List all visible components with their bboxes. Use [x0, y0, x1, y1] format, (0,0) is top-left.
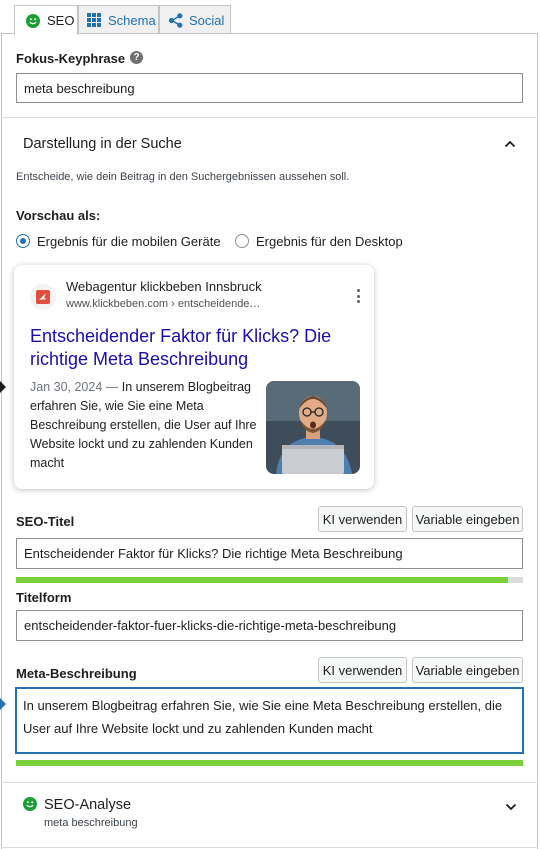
radio-desktop[interactable] [235, 234, 249, 248]
preview-url: www.klickbeben.com › entscheidende… [66, 298, 261, 310]
meta-description-textarea[interactable]: In unserem Blogbeitrag erfahren Sie, wie… [16, 688, 523, 753]
favicon-icon [30, 284, 56, 310]
tab-seo[interactable]: SEO [14, 5, 78, 35]
preview-as-label: Vorschau als: [16, 208, 101, 223]
section-description: Entscheide, wie dein Beitrag in den Such… [16, 171, 350, 183]
caret-icon [0, 698, 6, 710]
grid-icon [86, 12, 102, 28]
editor-tabs: SEO Schema Social [0, 0, 540, 35]
radio-mobile[interactable] [16, 234, 30, 248]
focus-keyphrase-input[interactable]: meta beschreibung [16, 73, 523, 103]
chevron-up-icon[interactable] [503, 137, 519, 151]
slug-label: Titelform [16, 590, 72, 605]
radio-desktop-label[interactable]: Ergebnis für den Desktop [256, 234, 403, 249]
chevron-down-icon[interactable] [504, 800, 518, 814]
tab-social[interactable]: Social [159, 5, 231, 34]
divider [1, 782, 538, 783]
divider [1, 117, 538, 118]
tab-label: Schema [108, 12, 156, 28]
preview-date: Jan 30, 2024 [30, 380, 103, 394]
meta-description-ai-button[interactable]: KI verwenden [318, 657, 407, 683]
progress-fill [16, 577, 508, 583]
radio-mobile-label[interactable]: Ergebnis für die mobilen Geräte [37, 234, 221, 249]
smiley-icon [23, 797, 37, 811]
focus-keyphrase-label: Fokus-Keyphrase [16, 51, 126, 66]
smiley-icon [25, 13, 41, 29]
slug-input[interactable]: entscheidender-faktor-fuer-klicks-die-ri… [16, 610, 523, 641]
seo-analysis-title[interactable]: SEO-Analyse [44, 797, 131, 813]
seo-title-progress-bar [16, 577, 523, 583]
tab-label: Social [189, 12, 225, 28]
section-title: Darstellung in der Suche [23, 136, 182, 152]
preview-separator: — [102, 380, 122, 394]
progress-fill [16, 760, 523, 766]
meta-description-progress-bar [16, 760, 523, 766]
seo-title-variable-button[interactable]: Variable eingeben [412, 506, 523, 532]
seo-analysis-subtitle: meta beschreibung [44, 817, 138, 829]
preview-snippet: Jan 30, 2024 — In unserem Blogbeitrag er… [30, 378, 260, 473]
meta-description-variable-button[interactable]: Variable eingeben [412, 657, 523, 683]
question-icon[interactable]: ? [130, 51, 143, 64]
seo-title-label: SEO-Titel [16, 514, 75, 529]
seo-title-input[interactable]: Entscheidender Faktor für Klicks? Die ri… [16, 538, 523, 569]
more-icon[interactable] [354, 287, 362, 305]
tab-schema[interactable]: Schema [78, 5, 159, 34]
share-icon [167, 12, 183, 28]
google-preview-card: Webagentur klickbeben Innsbruck www.klic… [14, 265, 374, 489]
preview-title[interactable]: Entscheidender Faktor für Klicks? Die ri… [30, 325, 350, 371]
seo-title-ai-button[interactable]: KI verwenden [318, 506, 407, 532]
caret-icon [0, 381, 6, 393]
preview-thumbnail [266, 381, 360, 474]
divider [1, 847, 538, 848]
preview-site-name: Webagentur klickbeben Innsbruck [66, 279, 262, 294]
tab-label: SEO [47, 13, 75, 28]
meta-description-label: Meta-Beschreibung [16, 666, 137, 681]
